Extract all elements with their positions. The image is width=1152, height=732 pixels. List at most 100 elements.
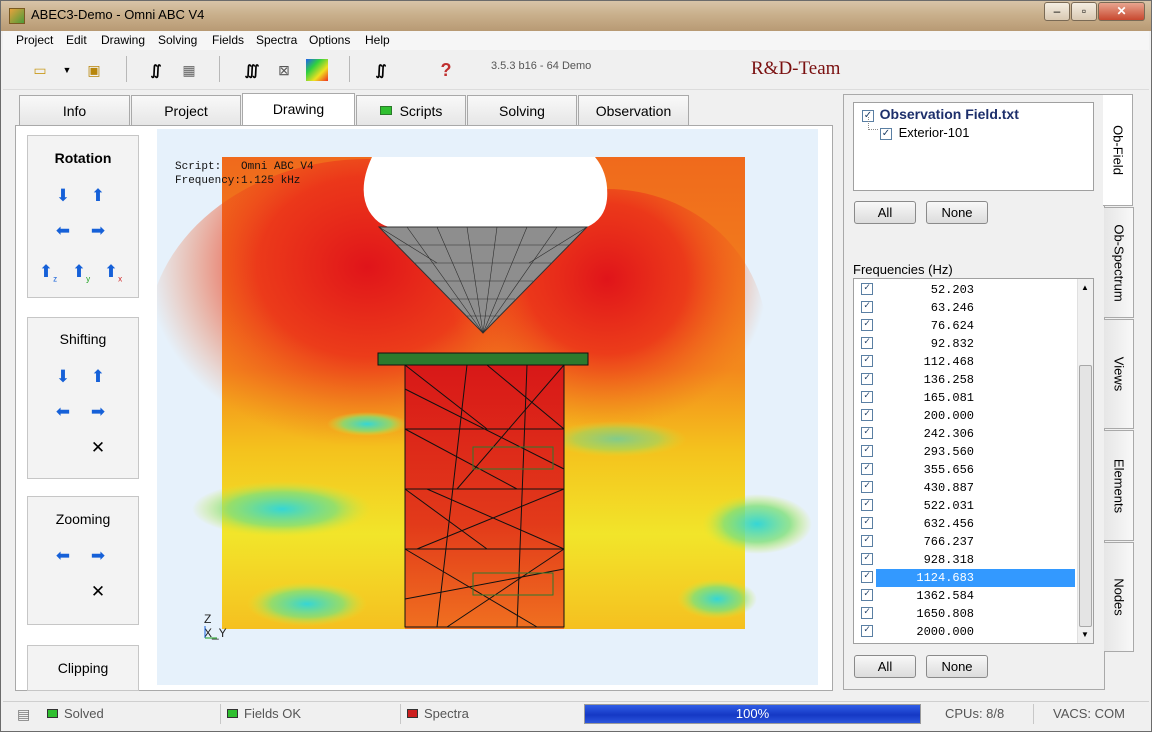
frequency-checkbox[interactable]: ✓ [861, 571, 873, 583]
frequency-checkbox[interactable]: ✓ [861, 499, 873, 511]
minimize-button[interactable]: – [1044, 2, 1070, 21]
frequency-checkbox[interactable]: ✓ [861, 427, 873, 439]
shift-reset-icon[interactable]: ✕ [88, 439, 108, 456]
frequency-row[interactable]: ✓ 136.258 [854, 371, 1076, 389]
frequency-checkbox[interactable]: ✓ [861, 319, 873, 331]
menu-edit[interactable]: Edit [66, 33, 87, 47]
zoom-reset-icon[interactable]: ✕ [88, 583, 108, 600]
frequency-checkbox[interactable]: ✓ [861, 355, 873, 367]
restore-button[interactable]: ▫ [1071, 2, 1097, 21]
zoom-in-icon[interactable]: ➡ [88, 547, 108, 564]
frequency-row[interactable]: ✓ 2000.000 [854, 623, 1076, 641]
tree-child-item[interactable]: ✓ Exterior-101 [880, 125, 969, 140]
frequency-row[interactable]: ✓ 242.306 [854, 425, 1076, 443]
frequency-row[interactable]: ✓ 63.246 [854, 299, 1076, 317]
rotate-y-icon[interactable]: ⬆y [71, 263, 91, 283]
select-none-frequencies-button[interactable]: None [926, 655, 988, 678]
menu-drawing[interactable]: Drawing [101, 33, 145, 47]
vtab-elements[interactable]: Elements [1104, 430, 1134, 541]
help-icon[interactable]: ? [435, 59, 457, 81]
close-button[interactable]: ✕ [1098, 2, 1145, 21]
frequency-list[interactable]: ▲ ▼ ✓ 52.203 ✓ 63.246 ✓ 76.624 ✓ 92.832 ✓ 112.468… [853, 278, 1094, 644]
frequency-checkbox[interactable]: ✓ [861, 301, 873, 313]
frequency-checkbox[interactable]: ✓ [861, 607, 873, 619]
frequency-row[interactable]: ✓ 1650.808 [854, 605, 1076, 623]
integral-icon[interactable]: ∬ [145, 59, 167, 81]
frequency-row[interactable]: ✓ 1362.584 [854, 587, 1076, 605]
rotate-up-icon[interactable]: ⬆ [88, 187, 108, 204]
frequency-row[interactable]: ✓ 92.832 [854, 335, 1076, 353]
zoom-out-icon[interactable]: ⬅ [53, 547, 73, 564]
shift-up-icon[interactable]: ⬆ [88, 368, 108, 385]
scroll-thumb[interactable] [1079, 365, 1092, 627]
frequency-checkbox[interactable]: ✓ [861, 337, 873, 349]
vtab-nodes[interactable]: Nodes [1104, 542, 1134, 652]
menu-options[interactable]: Options [309, 33, 350, 47]
save-disk-icon[interactable]: ▣ [83, 59, 105, 81]
scroll-up-icon[interactable]: ▲ [1081, 283, 1089, 292]
rotate-left-icon[interactable]: ⬅ [53, 222, 73, 239]
rotate-down-icon[interactable]: ⬇ [53, 187, 73, 204]
frequency-checkbox[interactable]: ✓ [861, 373, 873, 385]
menu-fields[interactable]: Fields [212, 33, 244, 47]
rotate-right-icon[interactable]: ➡ [88, 222, 108, 239]
shift-right-icon[interactable]: ➡ [88, 403, 108, 420]
frequency-scrollbar[interactable]: ▲ ▼ [1077, 279, 1093, 643]
color-map-icon[interactable] [306, 59, 328, 81]
menu-help[interactable]: Help [365, 33, 390, 47]
shift-down-icon[interactable]: ⬇ [53, 368, 73, 385]
frequency-row[interactable]: ✓ 766.237 [854, 533, 1076, 551]
rotate-x-icon[interactable]: ⬆x [103, 263, 123, 283]
menu-spectra[interactable]: Spectra [256, 33, 297, 47]
rotate-z-icon[interactable]: ⬆z [38, 263, 58, 283]
shift-left-icon[interactable]: ⬅ [53, 403, 73, 420]
frequency-checkbox[interactable]: ✓ [861, 625, 873, 637]
tab-scripts[interactable]: Scripts [356, 95, 466, 125]
drawing-canvas[interactable]: Script: Omni ABC V4 Frequency: 1.125 kHz… [147, 129, 818, 685]
frequency-row[interactable]: ✓ 1124.683 [854, 569, 1076, 587]
frequency-row[interactable]: ✓ 293.560 [854, 443, 1076, 461]
frequency-row[interactable]: ✓ 430.887 [854, 479, 1076, 497]
frequency-checkbox[interactable]: ✓ [861, 391, 873, 403]
tab-solving[interactable]: Solving [467, 95, 577, 125]
tab-drawing[interactable]: Drawing [242, 93, 355, 125]
frequency-row[interactable]: ✓ 928.318 [854, 551, 1076, 569]
frequency-row[interactable]: ✓ 355.656 [854, 461, 1076, 479]
select-none-fields-button[interactable]: None [926, 201, 988, 224]
tab-project[interactable]: Project [131, 95, 241, 125]
vtab-ob-field[interactable]: Ob-Field [1103, 94, 1133, 206]
scroll-down-icon[interactable]: ▼ [1081, 630, 1089, 639]
frequency-row[interactable]: ✓ 165.081 [854, 389, 1076, 407]
frequency-row[interactable]: ✓ 200.000 [854, 407, 1076, 425]
frequency-checkbox[interactable]: ✓ [861, 409, 873, 421]
frequency-checkbox[interactable]: ✓ [861, 463, 873, 475]
menu-project[interactable]: Project [16, 33, 53, 47]
vtab-views[interactable]: Views [1104, 319, 1134, 429]
tree-root-item[interactable]: ✓ Observation Field.txt [862, 106, 1019, 122]
frequency-checkbox[interactable]: ✓ [861, 481, 873, 493]
spectrum-integral-icon[interactable]: ∭ [241, 59, 263, 81]
menu-solving[interactable]: Solving [158, 33, 197, 47]
mesh-icon[interactable]: ▦ [178, 59, 200, 81]
tab-observation[interactable]: Observation [578, 95, 689, 125]
mesh-fields-icon[interactable]: ⊠ [273, 59, 295, 81]
open-folder-icon[interactable]: ▭ [29, 59, 51, 81]
vtab-ob-spectrum[interactable]: Ob-Spectrum [1104, 207, 1134, 318]
frequency-row[interactable]: ✓ 52.203 [854, 281, 1076, 299]
frequency-checkbox[interactable]: ✓ [861, 553, 873, 565]
select-all-frequencies-button[interactable]: All [854, 655, 916, 678]
frequency-checkbox[interactable]: ✓ [861, 445, 873, 457]
frequency-row[interactable]: ✓ 76.624 [854, 317, 1076, 335]
tab-info[interactable]: Info [19, 95, 130, 125]
select-all-fields-button[interactable]: All [854, 201, 916, 224]
frequency-checkbox[interactable]: ✓ [861, 535, 873, 547]
frequency-row[interactable]: ✓ 112.468 [854, 353, 1076, 371]
field-plot[interactable]: Script: Omni ABC V4 Frequency: 1.125 kHz… [147, 129, 818, 685]
frequency-checkbox[interactable]: ✓ [861, 517, 873, 529]
frequency-row[interactable]: ✓ 522.031 [854, 497, 1076, 515]
frequency-checkbox[interactable]: ✓ [861, 589, 873, 601]
tree-child-checkbox[interactable]: ✓ [880, 127, 892, 140]
spectrum-curve-icon[interactable]: ∬ [370, 59, 392, 81]
frequency-checkbox[interactable]: ✓ [861, 283, 873, 295]
frequency-row[interactable]: ✓ 632.456 [854, 515, 1076, 533]
